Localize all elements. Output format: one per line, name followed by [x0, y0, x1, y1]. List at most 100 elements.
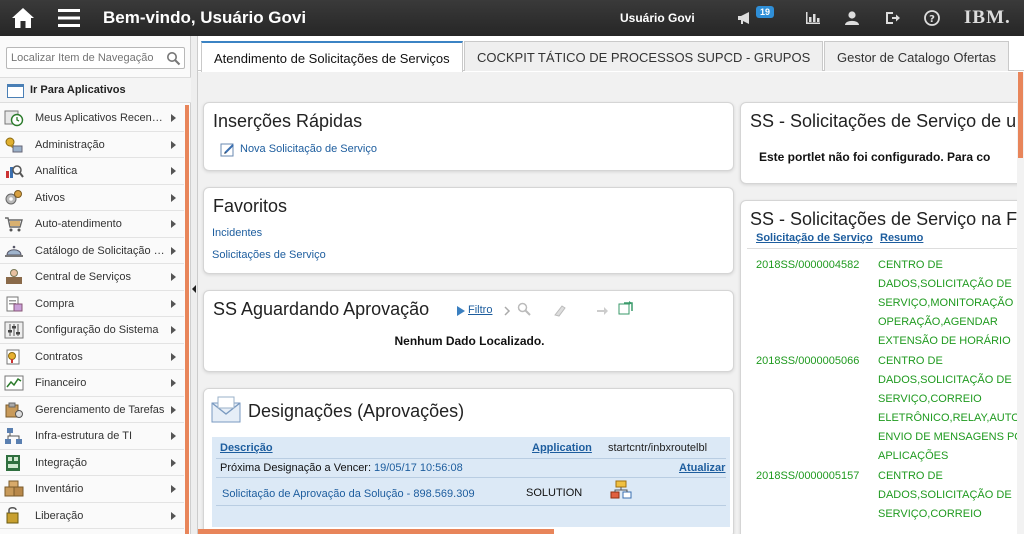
portlet-title: Favoritos	[213, 196, 288, 216]
ss-row-id[interactable]: 2018SS/0000005157	[756, 470, 859, 482]
nav-search-input[interactable]	[7, 48, 162, 68]
chevron-right-icon	[171, 273, 176, 281]
search-icon[interactable]	[166, 51, 181, 66]
col-header-application[interactable]: Application	[532, 442, 592, 454]
tab-atendimento[interactable]: Atendimento de Solicitações de Serviços	[201, 41, 463, 72]
sidebar-item-configuracao[interactable]: Configuração do Sistema	[0, 317, 184, 344]
summary-line: CENTRO DE	[878, 470, 943, 482]
inventory-icon	[4, 480, 24, 498]
portlet-ss-unconfigured: SS - Solicitações de Serviço de u Este p…	[740, 102, 1017, 184]
service-bell-icon	[4, 242, 24, 260]
filter-arrow-icon[interactable]	[454, 304, 468, 318]
chevron-right-icon	[171, 432, 176, 440]
notification-badge[interactable]: 19	[756, 6, 775, 18]
sliders-icon	[4, 321, 24, 339]
favorite-link-solicitacoes[interactable]: Solicitações de Serviço	[212, 249, 326, 261]
sidebar-item-label: Configuração do Sistema	[35, 324, 159, 336]
sidebar-item-label: Auto-atendimento	[35, 218, 122, 230]
svg-text:?: ?	[929, 14, 935, 25]
sidebar-item-compra[interactable]: Compra	[0, 291, 184, 317]
assignment-description-link[interactable]: Solicitação de Aprovação da Solução - 89…	[222, 488, 475, 500]
envelope-icon	[210, 395, 242, 425]
sidebar-item-label: Analítica	[35, 165, 78, 177]
bar-chart-icon[interactable]	[804, 9, 822, 27]
sidebar-item-integracao[interactable]: Integração	[0, 450, 184, 476]
sidebar-item-inventario[interactable]: Inventário	[0, 476, 184, 503]
sidebar-item-administracao[interactable]: Administração	[0, 132, 184, 158]
cart-icon	[4, 215, 24, 233]
new-service-request-link[interactable]: Nova Solicitação de Serviço	[240, 143, 377, 155]
sidebar-item-liberacao[interactable]: Liberação	[0, 503, 184, 529]
sidebar-item-analitica[interactable]: Analítica	[0, 158, 184, 185]
megaphone-icon[interactable]	[736, 9, 754, 27]
sidebar-item-label: Meus Aplicativos Recen…	[35, 112, 163, 124]
summary-line: SERVIÇO,CORREIO	[878, 508, 982, 520]
sidebar-item-financeiro[interactable]: Financeiro	[0, 370, 184, 397]
download-icon[interactable]	[595, 303, 609, 317]
sidebar-item-auto-atendimento[interactable]: Auto-atendimento	[0, 211, 184, 238]
col-header-solicitacao[interactable]: Solicitação de Serviço	[756, 232, 873, 244]
sidebar-item-label: Administração	[35, 138, 105, 151]
network-icon	[4, 427, 24, 445]
sidebar-item-infraestrutura[interactable]: Infra-estrutura de TI	[0, 423, 184, 450]
sidebar-item-label: Central de Serviços	[35, 271, 131, 283]
chevron-right-icon	[171, 511, 176, 520]
sidebar-item-central-servicos[interactable]: Central de Serviços	[0, 264, 184, 291]
sidebar-collapse-handle[interactable]	[191, 36, 198, 534]
sidebar-item-gerenciamento-tarefas[interactable]: Gerenciamento de Tarefas	[0, 397, 184, 423]
ss-row-id[interactable]: 2018SS/0000005066	[756, 355, 859, 367]
chevron-right-icon	[171, 167, 176, 175]
ss-row-summary: CENTRO DE DADOS,SOLICITAÇÃO DE SERVIÇO,M…	[878, 256, 1017, 351]
refresh-link[interactable]: Atualizar	[679, 462, 725, 474]
portlet-title: Designações (Aprovações)	[248, 401, 465, 421]
ss-row-id[interactable]: 2018SS/0000004582	[756, 259, 859, 271]
key-icon	[4, 136, 24, 154]
tab-cockpit[interactable]: COCKPIT TÁTICO DE PROCESSOS SUPCD - GRUP…	[464, 41, 824, 71]
sidebar-scrollbar[interactable]	[185, 105, 189, 534]
help-icon[interactable]: ?	[923, 9, 941, 27]
sidebar-item-label: Liberação	[35, 509, 84, 522]
portlet-title: SS Aguardando Aprovação	[213, 299, 430, 319]
purchase-icon	[4, 295, 24, 313]
chevron-right-icon	[171, 485, 176, 493]
sidebar-item-label: Financeiro	[35, 377, 87, 389]
user-icon[interactable]	[843, 9, 861, 27]
eraser-icon[interactable]	[553, 303, 567, 317]
chevron-right-icon	[501, 304, 515, 318]
summary-line: DADOS,SOLICITAÇÃO DE	[878, 278, 1012, 290]
scrollbar-thumb[interactable]	[1018, 72, 1023, 158]
filter-link[interactable]: Filtro	[468, 304, 492, 316]
tab-gestor-catalogo[interactable]: Gestor de Catalogo Ofertas	[824, 41, 1009, 71]
summary-line: CENTRO DE	[878, 355, 943, 367]
main-horizontal-scrollbar[interactable]	[198, 529, 554, 534]
assignment-application: SOLUTION	[526, 487, 583, 499]
sidebar-item-contratos[interactable]: Contratos	[0, 344, 184, 370]
favorite-link-incidentes[interactable]: Incidentes	[212, 227, 262, 239]
sidebar-item-catalogo[interactable]: Catálogo de Solicitação …	[0, 238, 184, 264]
summary-line: SERVIÇO,CORREIO	[878, 393, 982, 405]
unconfigured-message: Este portlet não foi configurado. Para c…	[759, 150, 991, 164]
col-header-descricao[interactable]: Descrição	[220, 442, 273, 454]
sidebar-item-label: Infra-estrutura de TI	[35, 430, 133, 442]
summary-line: DADOS,SOLICITAÇÃO DE	[878, 374, 1012, 386]
menu-icon[interactable]	[56, 7, 82, 29]
summary-line: ENVIO DE MENSAGENS PO	[878, 431, 1017, 443]
task-icon	[4, 401, 24, 419]
col-header-route: startcntr/inbxroutelbl	[608, 442, 708, 454]
user-name[interactable]: Usuário Govi	[620, 11, 695, 25]
sidebar-item-ativos[interactable]: Ativos	[0, 185, 184, 211]
logout-icon[interactable]	[883, 9, 901, 27]
search-icon[interactable]	[517, 302, 531, 316]
col-header-resumo[interactable]: Resumo	[880, 232, 923, 244]
nav-search-box[interactable]	[6, 47, 185, 69]
summary-line: CENTRO DE	[878, 259, 943, 271]
home-icon[interactable]	[10, 6, 36, 30]
sidebar-item-label: Compra	[35, 297, 75, 310]
refresh-icon[interactable]	[618, 300, 633, 315]
goto-apps-button[interactable]: Ir Para Aplicativos	[0, 77, 191, 103]
workflow-icon[interactable]	[610, 480, 632, 502]
chevron-right-icon	[171, 405, 176, 414]
summary-line: OPERAÇÃO,AGENDAR	[878, 316, 998, 328]
main-vertical-scrollbar[interactable]	[1017, 72, 1024, 534]
sidebar-item-recent-apps[interactable]: Meus Aplicativos Recen…	[0, 105, 184, 132]
